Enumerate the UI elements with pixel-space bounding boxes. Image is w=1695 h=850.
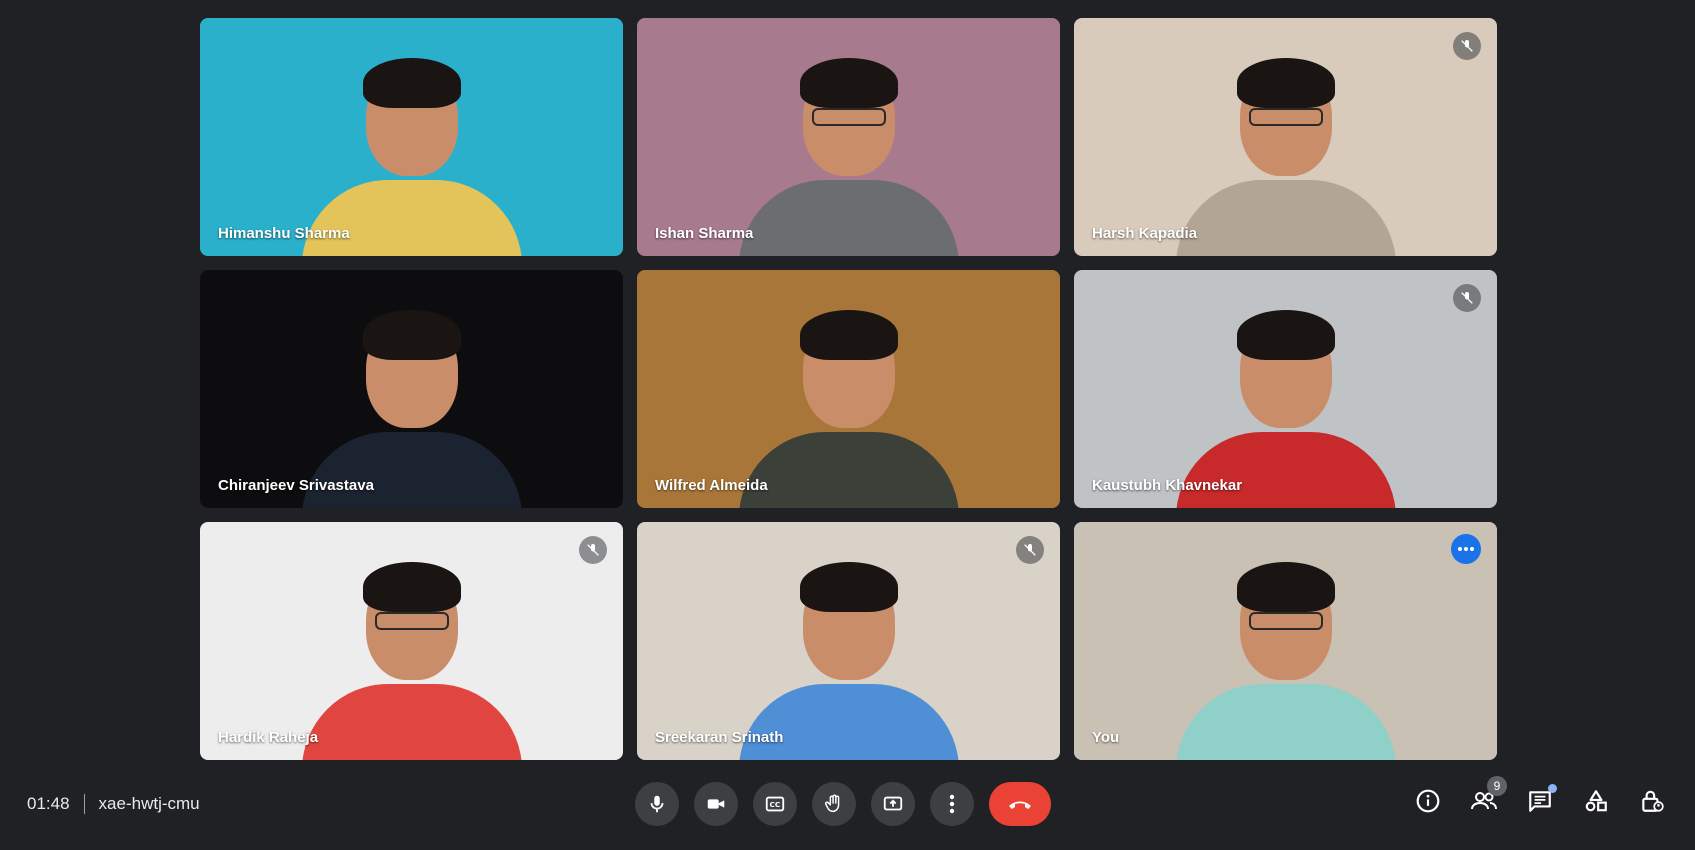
side-tools: 9 <box>1413 776 1667 816</box>
host-controls-button[interactable] <box>1637 786 1667 816</box>
participant-name: You <box>1092 729 1120 746</box>
participant-tile[interactable]: Wilfred Almeida <box>637 270 1060 508</box>
participant-tile[interactable]: Hardik Raheja <box>200 522 623 760</box>
participant-name: Ishan Sharma <box>655 225 754 242</box>
raise-hand-button[interactable] <box>812 782 856 826</box>
hand-icon <box>825 794 840 813</box>
more-options-button[interactable] <box>930 782 974 826</box>
meeting-time: 01:48 <box>27 794 70 813</box>
camera-button[interactable] <box>694 782 738 826</box>
tile-more-options-icon[interactable] <box>1451 534 1481 564</box>
unread-dot-icon <box>1548 784 1557 793</box>
captions-button[interactable]: CC <box>753 782 797 826</box>
activities-button[interactable] <box>1581 786 1611 816</box>
participant-tile[interactable]: Ishan Sharma <box>637 18 1060 256</box>
meet-stage: Himanshu Sharma Ishan Sharma Harsh Kapad… <box>0 0 1695 850</box>
participant-tile[interactable]: Himanshu Sharma <box>200 18 623 256</box>
participant-name: Sreekaran Srinath <box>655 729 784 746</box>
bottom-toolbar: 01:48 xae-hwtj-cmu CC 9 <box>0 770 1695 840</box>
participant-video <box>301 560 522 760</box>
participant-tile[interactable]: Sreekaran Srinath <box>637 522 1060 760</box>
captions-icon: CC <box>765 796 785 812</box>
mic-off-icon <box>1016 536 1044 564</box>
people-count-badge: 9 <box>1487 776 1507 796</box>
participant-tile[interactable]: Chiranjeev Srivastava <box>200 270 623 508</box>
divider <box>83 794 85 814</box>
present-icon <box>883 796 903 811</box>
meeting-details-button[interactable] <box>1413 786 1443 816</box>
participant-name: Harsh Kapadia <box>1092 225 1198 242</box>
meeting-code: xae-hwtj-cmu <box>98 794 200 813</box>
microphone-icon <box>650 795 664 813</box>
info-icon <box>1416 789 1440 813</box>
chat-button[interactable] <box>1525 784 1557 816</box>
participant-video <box>738 56 959 256</box>
participant-video <box>1175 560 1396 760</box>
participant-video <box>738 308 959 508</box>
people-button[interactable]: 9 <box>1469 776 1507 816</box>
microphone-button[interactable] <box>635 782 679 826</box>
participant-name: Chiranjeev Srivastava <box>218 477 374 494</box>
participant-name: Himanshu Sharma <box>218 225 350 242</box>
mic-off-icon <box>579 536 607 564</box>
mic-off-icon <box>1453 32 1481 60</box>
camera-icon <box>707 799 725 809</box>
participant-tile[interactable]: Kaustubh Khavnekar <box>1074 270 1497 508</box>
mic-off-icon <box>1453 284 1481 312</box>
more-options-icon <box>949 794 955 814</box>
participant-name: Wilfred Almeida <box>655 477 768 494</box>
call-controls: CC <box>635 782 1051 826</box>
participant-name: Kaustubh Khavnekar <box>1092 477 1243 494</box>
leave-call-button[interactable] <box>989 782 1051 826</box>
activities-icon <box>1585 790 1607 812</box>
participant-name: Hardik Raheja <box>218 729 319 746</box>
meeting-details: 01:48 xae-hwtj-cmu <box>27 794 200 814</box>
participant-video <box>1175 56 1396 256</box>
participant-tile[interactable]: Harsh Kapadia <box>1074 18 1497 256</box>
svg-text:CC: CC <box>770 800 781 809</box>
present-button[interactable] <box>871 782 915 826</box>
lock-person-icon <box>1642 790 1664 812</box>
self-view-tile[interactable]: You <box>1074 522 1497 760</box>
end-call-icon <box>1009 801 1031 809</box>
video-grid: Himanshu Sharma Ishan Sharma Harsh Kapad… <box>200 18 1497 760</box>
